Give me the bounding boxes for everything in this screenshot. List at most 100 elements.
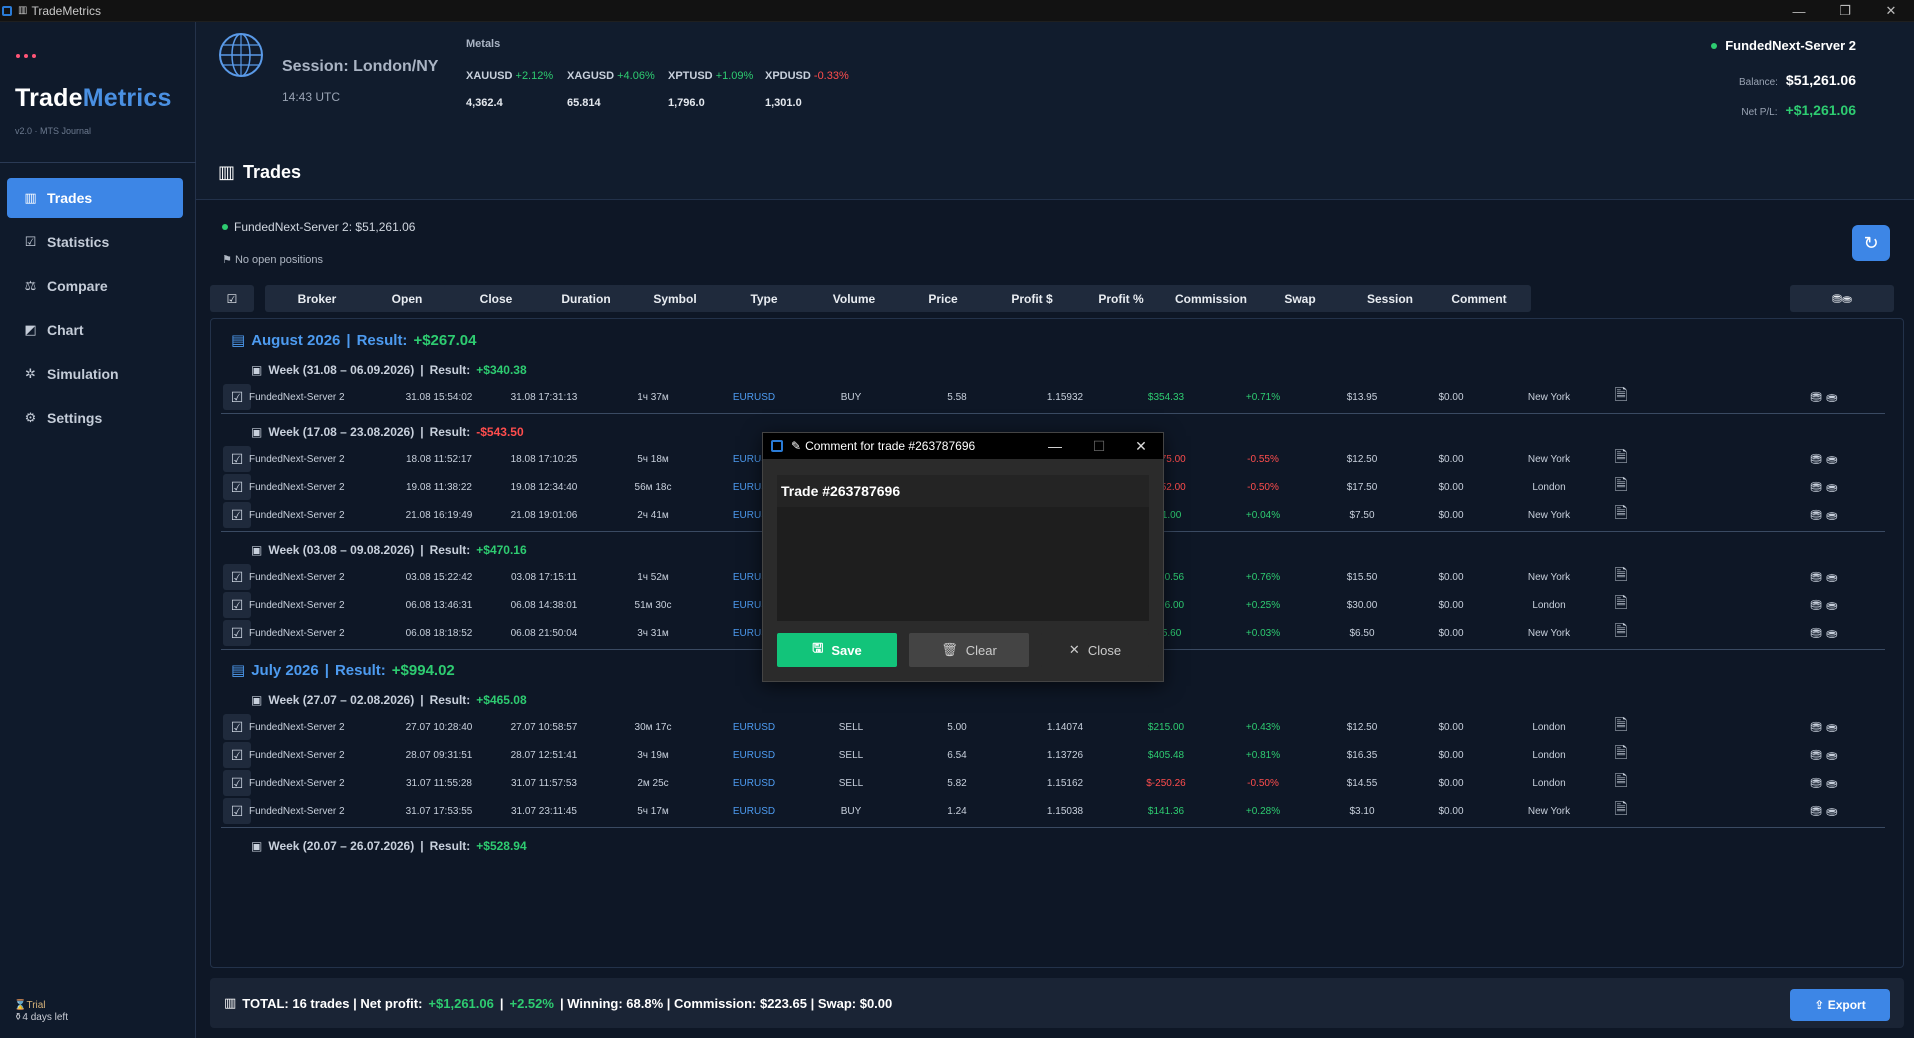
row-checkbox[interactable]: ☑ (223, 474, 251, 500)
cell-open: 19.08 11:38:22 (406, 481, 472, 493)
cell-profit: $405.48 (1147, 749, 1185, 761)
dialog-close-x-button[interactable]: ✕ (1121, 433, 1161, 459)
minimize-button[interactable]: — (1776, 0, 1822, 22)
column-header-swap[interactable]: Swap (1248, 285, 1352, 312)
cell-close: 06.08 21:50:04 (510, 627, 578, 639)
screenshot-before-icon[interactable]: ⛃ (1810, 597, 1822, 614)
sidebar-item-statistics[interactable]: ☑ Statistics (7, 222, 183, 262)
close-window-button[interactable]: ✕ (1868, 0, 1914, 22)
note-icon[interactable]: 🗎 (1615, 742, 1628, 769)
metal-symbol: XAGUSD (567, 70, 615, 82)
month-header: ▤ July 2026 | Result: +$994.02 (231, 661, 455, 680)
export-button[interactable]: ⇪ Export (1790, 989, 1890, 1021)
screenshot-before-icon[interactable]: ⛃ (1810, 479, 1822, 496)
row-checkbox[interactable]: ☑ (223, 798, 251, 824)
screenshot-before-icon[interactable]: ⛃ (1810, 803, 1822, 820)
column-header-profit[interactable]: Profit % (1069, 285, 1173, 312)
page-title: ▥ Trades (218, 162, 301, 183)
row-checkbox[interactable]: ☑ (223, 564, 251, 590)
sidebar-item-label: Chart (47, 322, 84, 338)
cell-session: London (1532, 749, 1566, 761)
note-icon[interactable]: 🗎 (1615, 384, 1628, 411)
camera-icon[interactable]: ⛂ (1826, 775, 1838, 792)
screenshot-before-icon[interactable]: ⛃ (1810, 775, 1822, 792)
column-header-broker[interactable]: Broker (265, 285, 369, 312)
screenshot-before-icon[interactable]: ⛃ (1810, 719, 1822, 736)
note-icon[interactable]: 🗎 (1615, 798, 1628, 825)
screenshot-before-icon[interactable]: ⛃ (1810, 747, 1822, 764)
camera-icon[interactable]: ⛂ (1826, 479, 1838, 496)
camera-icon[interactable]: ⛂ (1826, 569, 1838, 586)
camera-icon[interactable]: ⛂ (1826, 625, 1838, 642)
week-separator: | (420, 543, 424, 557)
week-header: ▣ Week (31.08 – 06.09.2026) | Result: +$340.… (251, 363, 527, 377)
table-row[interactable]: ☑ FundedNext-Server 2 28.07 09:31:51 28.07 … (211, 741, 1903, 769)
trade-label: Trade #263787696 (777, 475, 1149, 507)
screenshot-before-icon[interactable]: ⛃ (1810, 625, 1822, 642)
no-positions-label: ⚑ No open positions (222, 253, 323, 266)
cell-duration: 2ч 41м (637, 509, 669, 521)
metal-price: 65.814 (567, 97, 601, 109)
cell-open: 21.08 16:19:49 (405, 509, 473, 521)
note-icon[interactable]: 🗎 (1615, 564, 1628, 591)
screenshot-before-icon[interactable]: ⛃ (1810, 389, 1822, 406)
screenshot-before-icon[interactable]: ⛃ (1810, 569, 1822, 586)
row-checkbox[interactable]: ☑ (223, 502, 251, 528)
camera-icon[interactable]: ⛂ (1826, 389, 1838, 406)
row-checkbox[interactable]: ☑ (223, 620, 251, 646)
note-icon[interactable]: 🗎 (1615, 502, 1628, 529)
week-header: ▣ Week (20.07 – 26.07.2026) | Result: +$528.… (251, 839, 527, 853)
sidebar-item-settings[interactable]: ⚙ Settings (7, 398, 183, 438)
row-checkbox[interactable]: ☑ (223, 770, 251, 796)
camera-icon[interactable]: ⛂ (1826, 803, 1838, 820)
screenshot-before-icon[interactable]: ⛃ (1810, 451, 1822, 468)
column-header-type[interactable]: Type (712, 285, 816, 312)
cell-type: SELL (838, 721, 864, 733)
dialog-maximize-button[interactable]: ☐ (1079, 433, 1119, 459)
cell-price: 1.15162 (1046, 777, 1084, 789)
refresh-button[interactable]: ↻ (1852, 225, 1890, 261)
comment-textarea[interactable]: Trade #263787696 (777, 475, 1149, 621)
note-icon[interactable]: 🗎 (1615, 446, 1628, 473)
row-checkbox[interactable]: ☑ (223, 592, 251, 618)
save-button[interactable]: 🖫 Save (777, 633, 897, 667)
note-icon[interactable]: 🗎 (1615, 620, 1628, 647)
table-row[interactable]: ☑ FundedNext-Server 2 27.07 10:28:40 27.07 … (211, 713, 1903, 741)
table-row[interactable]: ☑ FundedNext-Server 2 31.08 15:54:02 31.08 … (211, 383, 1903, 411)
window-title: TradeMetrics (31, 3, 102, 18)
table-row[interactable]: ☑ FundedNext-Server 2 31.07 17:53:55 31.07 … (211, 797, 1903, 825)
screenshot-before-icon[interactable]: ⛃ (1810, 507, 1822, 524)
note-icon[interactable]: 🗎 (1615, 714, 1628, 741)
row-checkbox[interactable]: ☑ (223, 714, 251, 740)
sidebar-item-simulation[interactable]: ✲ Simulation (7, 354, 183, 394)
camera-icon[interactable]: ⛂ (1826, 597, 1838, 614)
week-separator: | (420, 839, 424, 853)
close-button[interactable]: ✕ Close (1041, 633, 1149, 667)
clear-button[interactable]: 🗑 Clear (909, 633, 1029, 667)
dialog-minimize-button[interactable]: — (1035, 433, 1075, 459)
comment-dialog: ✎ Comment for trade #263787696 — ☐ ✕ Tra… (762, 432, 1164, 682)
row-checkbox[interactable]: ☑ (223, 742, 251, 768)
column-header-comment[interactable]: Comment (1427, 285, 1531, 312)
note-icon[interactable]: 🗎 (1615, 474, 1628, 501)
column-header-close[interactable]: Close (444, 285, 548, 312)
row-checkbox[interactable]: ☑ (223, 384, 251, 410)
table-row[interactable]: ☑ FundedNext-Server 2 31.07 11:55:28 31.07 … (211, 769, 1903, 797)
note-icon[interactable]: 🗎 (1615, 770, 1628, 797)
week-separator: | (420, 363, 424, 377)
sidebar-item-trades[interactable]: ▥ Trades (7, 178, 183, 218)
sidebar-item-chart[interactable]: ◩ Chart (7, 310, 183, 350)
camera-icon[interactable]: ⛂ (1826, 507, 1838, 524)
cell-close: 31.08 17:31:13 (510, 391, 578, 403)
gear-icon: ✲ (25, 366, 36, 381)
camera-icon[interactable]: ⛂ (1826, 719, 1838, 736)
select-all-checkbox[interactable]: ☑ (210, 285, 254, 312)
row-checkbox[interactable]: ☑ (223, 446, 251, 472)
note-icon[interactable]: 🗎 (1615, 592, 1628, 619)
camera-icon[interactable]: ⛂ (1826, 747, 1838, 764)
week-header: ▣ Week (27.07 – 02.08.2026) | Result: +$465.… (251, 693, 527, 707)
camera-icon[interactable]: ⛂ (1826, 451, 1838, 468)
cell-broker: FundedNext-Server 2 (249, 509, 345, 521)
restore-button[interactable]: ❐ (1822, 0, 1868, 22)
sidebar-item-compare[interactable]: ⚖ Compare (7, 266, 183, 306)
